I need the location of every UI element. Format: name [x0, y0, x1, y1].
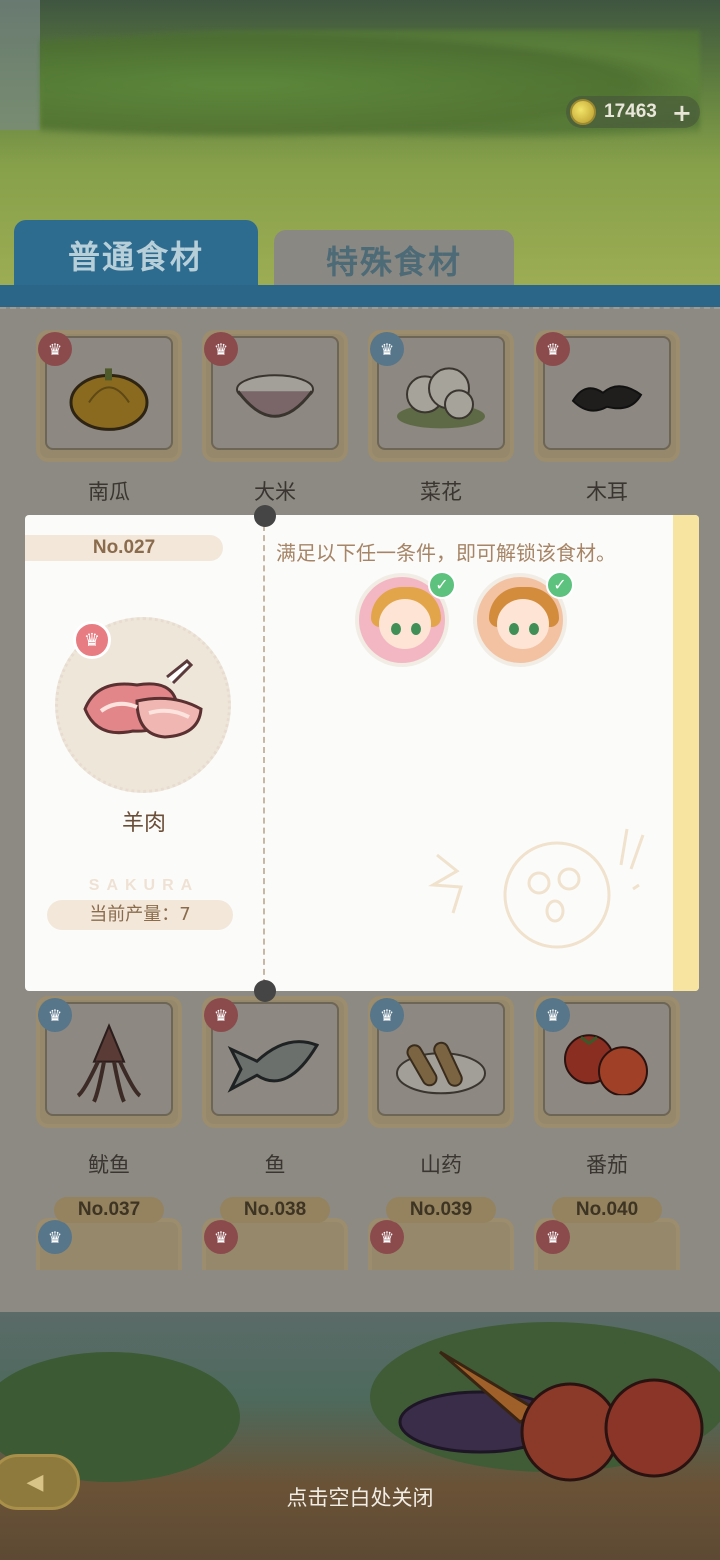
ingredient-card-yam[interactable]: ♛ — [368, 996, 514, 1128]
ingredient-name: 南瓜 — [88, 480, 130, 504]
modal-side-strip — [673, 515, 699, 991]
ingredient-card-039[interactable]: ♛ — [368, 1218, 514, 1270]
ingredient-detail-modal[interactable]: No.027 ♛ 羊肉 SAKURA 当前产量：7 满足以下任一条件，即可解锁该… — [25, 515, 699, 991]
coin-icon — [570, 99, 596, 125]
bottom-scenery — [0, 1312, 720, 1560]
chef-hat-icon: ♛ — [38, 998, 72, 1032]
vegetables-illustration — [398, 1350, 704, 1482]
cauliflower-icon — [397, 367, 485, 429]
ingredient-name: 木耳 — [586, 480, 628, 504]
ingredient-card-pumpkin[interactable]: ♛ — [36, 330, 182, 462]
chef-hat-icon: ♛ — [370, 998, 404, 1032]
currency-amount: 17463 — [604, 101, 657, 122]
rice-icon — [236, 374, 314, 418]
pumpkin-icon — [69, 368, 149, 431]
tab-normal-ingredients[interactable]: 普通食材 — [14, 220, 258, 290]
brand-watermark: SAKURA — [88, 877, 200, 894]
ingredient-name: 菜花 — [420, 480, 462, 504]
ingredient-name: 大米 — [254, 480, 296, 504]
lamb-meat-icon — [83, 658, 203, 739]
chef-hat-icon: ♛ — [73, 621, 111, 659]
modal-notch-top — [254, 505, 276, 527]
check-icon: ✓ — [546, 571, 574, 599]
chef-hat-icon: ♛ — [536, 332, 570, 366]
ingredient-card-038[interactable]: ♛ — [202, 1218, 348, 1270]
yam-icon — [396, 1041, 486, 1095]
ingredient-name: 鱼 — [264, 1153, 286, 1177]
tomato-icon — [564, 1034, 648, 1096]
chef-hat-icon: ♛ — [370, 1220, 404, 1254]
modal-divider — [263, 525, 265, 985]
ingredient-card-wood-ear[interactable]: ♛ — [534, 330, 680, 462]
ingredient-number: No.037 — [54, 1197, 164, 1223]
ingredient-name: 鱿鱼 — [88, 1153, 130, 1177]
add-currency-button[interactable]: + — [672, 99, 692, 127]
wood-ear-icon — [571, 385, 643, 412]
ingredient-card-fish[interactable]: ♛ — [202, 996, 348, 1128]
modal-notch-bottom — [254, 980, 276, 1002]
close-hint[interactable]: 点击空白处关闭 — [0, 1482, 720, 1512]
ingredient-number: No.038 — [220, 1197, 330, 1223]
ingredient-name: 番茄 — [586, 1153, 628, 1177]
ingredient-card-040[interactable]: ♛ — [534, 1218, 680, 1270]
ingredient-number: No.027 — [25, 535, 223, 561]
chef-hat-icon: ♛ — [204, 998, 238, 1032]
check-icon: ✓ — [428, 571, 456, 599]
ingredient-name: 山药 — [420, 1153, 462, 1177]
ingredient-card-squid[interactable]: ♛ — [36, 996, 182, 1128]
ingredient-number: No.039 — [386, 1197, 496, 1223]
tab-special-ingredients[interactable]: 特殊食材 — [274, 230, 514, 290]
ingredient-card-037[interactable]: ♛ — [36, 1218, 182, 1270]
chef-hat-icon: ♛ — [38, 332, 72, 366]
chef-hat-icon: ♛ — [38, 1220, 72, 1254]
tab-strip — [0, 285, 720, 307]
ingredient-card-cauliflower[interactable]: ♛ — [368, 330, 514, 462]
unlock-condition-text: 满足以下任一条件，即可解锁该食材。 — [276, 541, 616, 565]
chef-hat-icon: ♛ — [536, 1220, 570, 1254]
production-count: 当前产量：7 — [47, 900, 233, 930]
squid-icon — [76, 1023, 142, 1103]
chef-hat-icon: ♛ — [204, 332, 238, 366]
currency-counter[interactable]: 17463 + — [566, 96, 700, 128]
ingredient-name: 羊肉 — [121, 811, 166, 836]
ingredient-card-rice[interactable]: ♛ — [202, 330, 348, 462]
chef-hat-icon: ♛ — [370, 332, 404, 366]
background-pole — [0, 0, 40, 130]
fish-icon — [227, 1040, 320, 1093]
kero-watermark-icon — [428, 828, 645, 949]
chef-hat-icon: ♛ — [536, 998, 570, 1032]
chef-hat-icon: ♛ — [204, 1220, 238, 1254]
ingredient-card-tomato[interactable]: ♛ — [534, 996, 680, 1128]
ingredient-number: No.040 — [552, 1197, 662, 1223]
